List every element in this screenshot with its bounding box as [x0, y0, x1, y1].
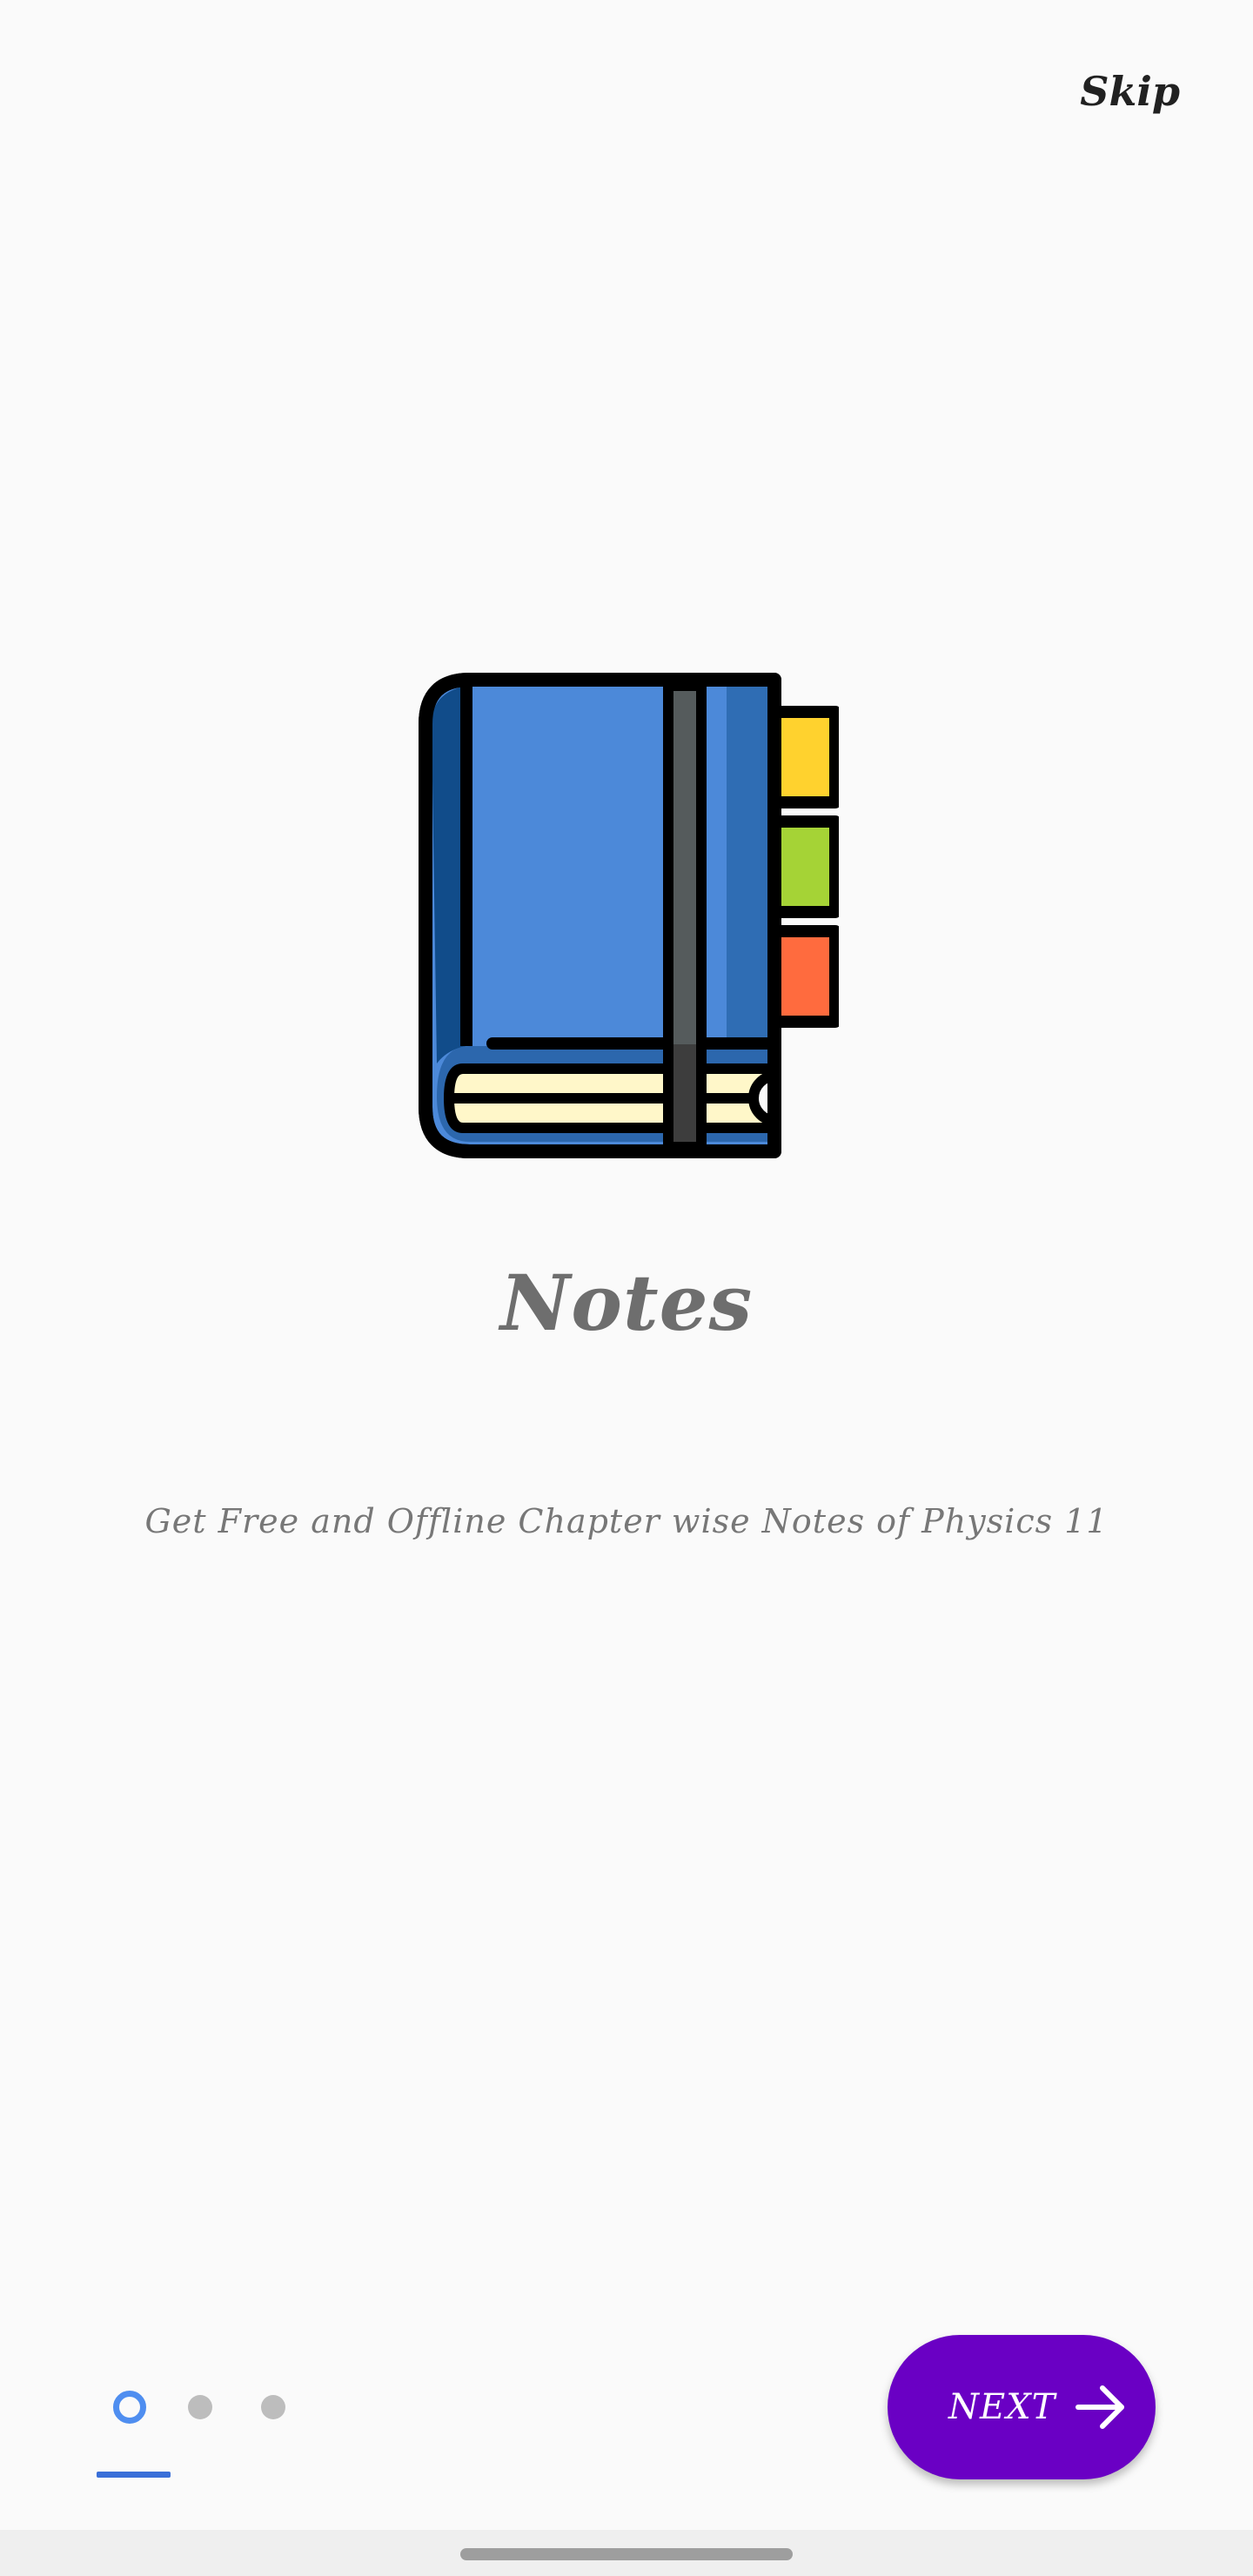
page-indicator [113, 2391, 334, 2424]
home-indicator[interactable] [460, 2548, 793, 2560]
next-label: NEXT [948, 2387, 1056, 2427]
onboarding-title: Notes [499, 1258, 754, 1348]
notebook-icon [419, 673, 839, 1158]
page-dot-3[interactable] [261, 2395, 285, 2419]
onboarding-subtitle: Get Free and Offline Chapter wise Notes … [144, 1502, 1109, 1540]
page-dot-1[interactable] [113, 2391, 146, 2424]
skip-button[interactable]: Skip [1080, 68, 1180, 115]
next-button[interactable]: NEXT [888, 2335, 1156, 2479]
arrow-right-icon [1070, 2377, 1131, 2438]
active-page-underline [97, 2472, 171, 2478]
page-dot-2[interactable] [188, 2395, 212, 2419]
